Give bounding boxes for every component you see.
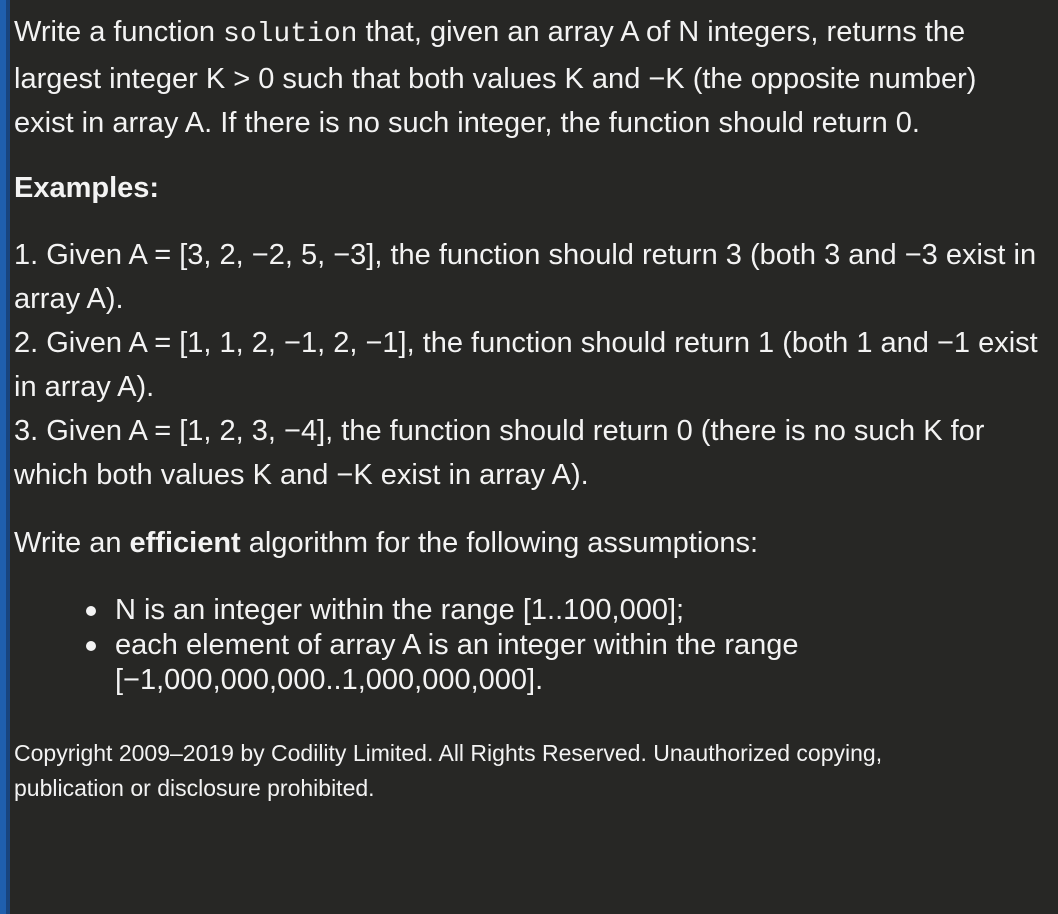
efficient-emphasis: efficient <box>129 527 241 559</box>
left-accent-bar <box>0 0 10 914</box>
assumptions-intro: Write an efficient algorithm for the fol… <box>14 521 1034 565</box>
intro-prefix: Write a function <box>14 16 224 48</box>
example-item: 1. Given A = [3, 2, −2, 5, −3], the func… <box>14 239 1037 315</box>
assumption-item: each element of array A is an integer wi… <box>14 628 1034 698</box>
example-item: 2. Given A = [1, 1, 2, −1, 2, −1], the f… <box>14 327 1038 403</box>
bullet-dot-icon <box>86 641 96 651</box>
example-item: 3. Given A = [1, 2, 3, −4], the function… <box>14 415 985 491</box>
function-name: solution <box>223 19 358 50</box>
assumptions-list: N is an integer within the range [1..100… <box>14 593 1034 698</box>
examples-list: 1. Given A = [3, 2, −2, 5, −3], the func… <box>14 233 1038 497</box>
problem-intro: Write a function solution that, given an… <box>14 10 1024 145</box>
bullet-dot-icon <box>86 606 96 616</box>
assumptions-prefix: Write an <box>14 527 130 559</box>
examples-heading: Examples: <box>14 172 160 204</box>
problem-statement: Write a function solution that, given an… <box>14 10 1038 829</box>
assumption-text: each element of array A is an integer wi… <box>115 629 799 696</box>
copyright-notice: Copyright 2009–2019 by Codility Limited.… <box>14 740 883 801</box>
assumption-item: N is an integer within the range [1..100… <box>14 593 1034 628</box>
assumptions-suffix: algorithm for the following assumptions: <box>240 527 759 559</box>
assumption-text: N is an integer within the range [1..100… <box>115 594 685 626</box>
